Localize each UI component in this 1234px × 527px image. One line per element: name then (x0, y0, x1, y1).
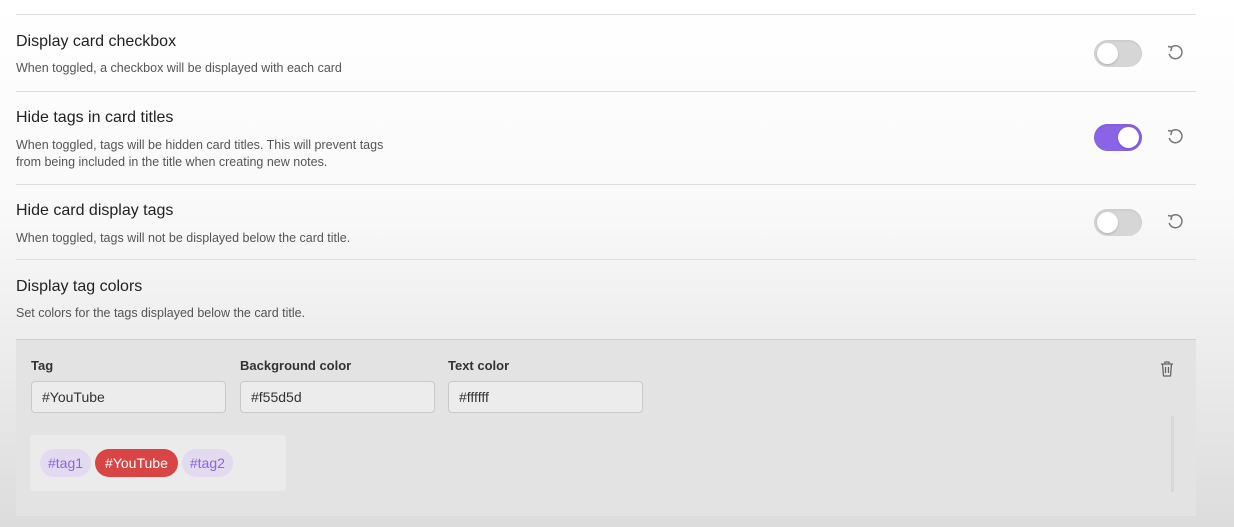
setting-description-line: from being included in the title when cr… (16, 155, 328, 169)
reset-icon[interactable] (1164, 42, 1186, 64)
setting-hide-card-display-tags: Hide card display tags When toggled, tag… (16, 185, 1196, 259)
tag-preview: #tag1 #YouTube #tag2 (30, 435, 286, 491)
tag-color-panel: Tag Background color Text color #tag1 #Y… (16, 339, 1196, 516)
text-color-input[interactable] (448, 381, 643, 413)
hide-tags-in-card-titles-toggle[interactable] (1094, 124, 1142, 151)
setting-description: When toggled, tags will not be displayed… (16, 230, 350, 247)
settings-list: Display card checkbox When toggled, a ch… (16, 0, 1196, 324)
setting-title: Hide card display tags (16, 202, 174, 219)
reset-icon[interactable] (1164, 126, 1186, 148)
setting-description-line: When toggled, tags will not be displayed… (16, 231, 351, 245)
tag-pill: #tag2 (181, 449, 233, 477)
setting-description: When toggled, tags will be hidden card t… (16, 137, 383, 171)
toggle-knob (1097, 43, 1118, 64)
setting-title: Display tag colors (16, 278, 143, 295)
setting-display-card-checkbox: Display card checkbox When toggled, a ch… (16, 15, 1196, 91)
setting-title: Hide tags in card titles (16, 109, 174, 126)
toggle-knob (1118, 127, 1139, 148)
text-color-column-label: Text color (448, 358, 510, 373)
scrollbar[interactable] (1171, 416, 1174, 492)
reset-icon[interactable] (1164, 211, 1186, 233)
tag-column-label: Tag (31, 358, 54, 373)
trash-icon[interactable] (1158, 359, 1176, 379)
setting-hide-tags-in-card-titles: Hide tags in card titles When toggled, t… (16, 92, 1196, 184)
tag-input[interactable] (31, 381, 226, 413)
setting-title: Display card checkbox (16, 33, 177, 50)
setting-description-line: When toggled, tags will be hidden card t… (16, 138, 384, 152)
toggle-knob (1097, 212, 1118, 233)
background-color-input[interactable] (240, 381, 435, 413)
tag-pill-colored: #YouTube (95, 449, 178, 477)
tag-pill: #tag1 (40, 449, 92, 477)
setting-description: When toggled, a checkbox will be display… (16, 60, 342, 77)
setting-display-tag-colors: Display tag colors Set colors for the ta… (16, 260, 1196, 324)
setting-description-line: When toggled, a checkbox will be display… (16, 61, 342, 75)
background-color-column-label: Background color (240, 358, 352, 373)
display-card-checkbox-toggle[interactable] (1094, 40, 1142, 67)
hide-card-display-tags-toggle[interactable] (1094, 209, 1142, 236)
setting-description: Set colors for the tags displayed below … (16, 306, 306, 320)
